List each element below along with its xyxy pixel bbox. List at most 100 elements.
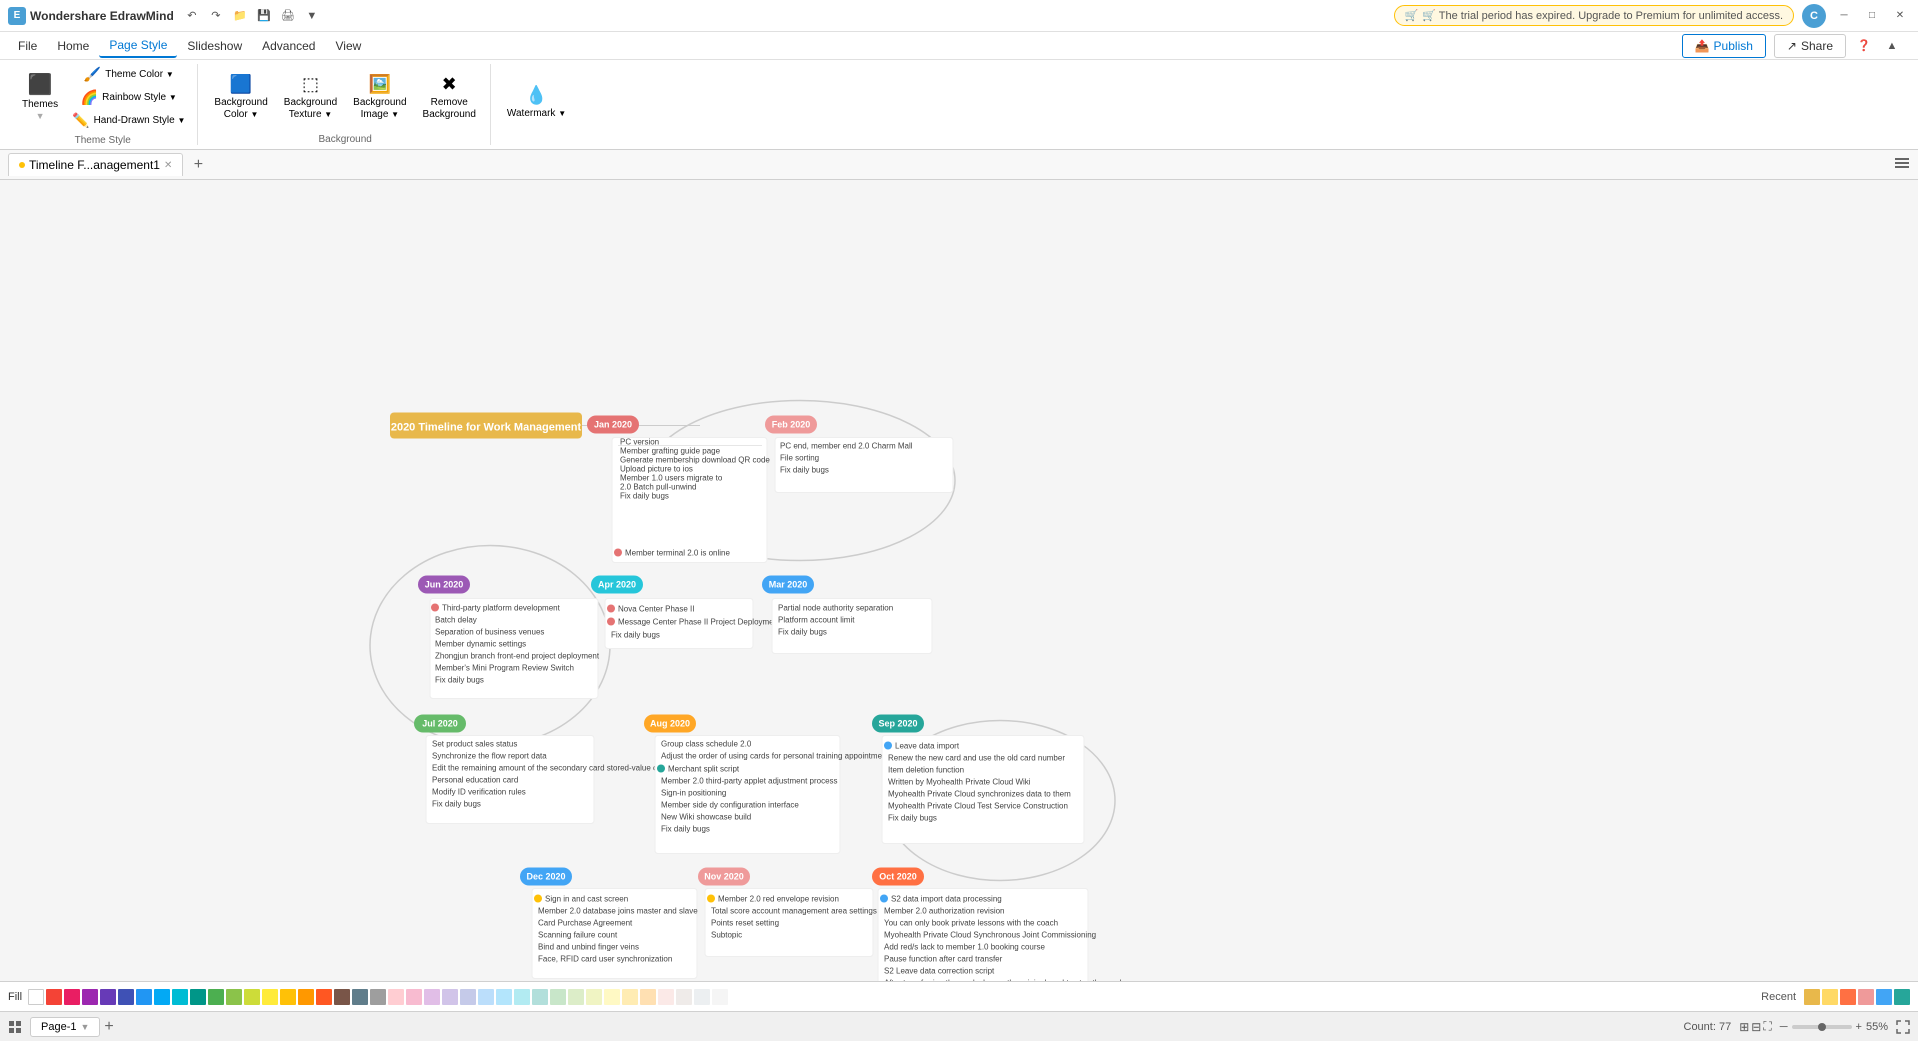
menu-file[interactable]: File <box>8 35 47 57</box>
redo-btn[interactable]: ↷ <box>206 6 226 26</box>
color-cyan[interactable] <box>172 989 188 1005</box>
menu-slideshow[interactable]: Slideshow <box>177 35 252 57</box>
color-purple[interactable] <box>82 989 98 1005</box>
color-blue[interactable] <box>136 989 152 1005</box>
color-blue-grey-light[interactable] <box>694 989 710 1005</box>
fullscreen-btn[interactable]: ⛶ <box>1763 1019 1771 1034</box>
color-light-blue[interactable] <box>154 989 170 1005</box>
recent-color-3[interactable] <box>1840 989 1856 1005</box>
menu-page-style[interactable]: Page Style <box>99 34 177 58</box>
hand-drawn-button[interactable]: ✏️ Hand-Drawn Style ▼ <box>68 110 189 131</box>
recent-color-1[interactable] <box>1804 989 1820 1005</box>
color-light-blue-light[interactable] <box>496 989 512 1005</box>
color-indigo[interactable] <box>118 989 134 1005</box>
menu-home[interactable]: Home <box>47 35 99 57</box>
color-deep-purple[interactable] <box>100 989 116 1005</box>
svg-text:Myohealth Private Cloud synchr: Myohealth Private Cloud synchronizes dat… <box>888 790 1071 799</box>
color-pink[interactable] <box>64 989 80 1005</box>
bg-color-button[interactable]: 🟦 BackgroundColor ▼ <box>208 70 273 125</box>
print-btn[interactable]: 🖨 <box>278 6 298 26</box>
color-light-green-light[interactable] <box>568 989 584 1005</box>
page-1-tab[interactable]: Page-1 ▼ <box>30 1017 100 1037</box>
color-brown-light[interactable] <box>676 989 692 1005</box>
recent-color-2[interactable] <box>1822 989 1838 1005</box>
recent-color-5[interactable] <box>1876 989 1892 1005</box>
color-yellow-light[interactable] <box>604 989 620 1005</box>
more-btn[interactable]: ▼ <box>302 6 322 26</box>
svg-text:Apr 2020: Apr 2020 <box>598 580 636 590</box>
main-tab[interactable]: Timeline F...anagement1 ✕ <box>8 153 183 176</box>
tab-close-btn[interactable]: ✕ <box>164 160 172 171</box>
page-add-btn[interactable]: + <box>104 1018 113 1036</box>
color-red-light[interactable] <box>388 989 404 1005</box>
color-palette: Fill Recent <box>0 981 1918 1011</box>
page-1-arrow[interactable]: ▼ <box>80 1022 89 1032</box>
save-btn[interactable]: 💾 <box>254 6 274 26</box>
color-deep-purple-light[interactable] <box>442 989 458 1005</box>
color-blue-light[interactable] <box>478 989 494 1005</box>
recent-color-6[interactable] <box>1894 989 1910 1005</box>
color-deep-orange-light[interactable] <box>658 989 674 1005</box>
bg-texture-button[interactable]: ⬚ BackgroundTexture ▼ <box>278 70 343 125</box>
close-btn[interactable]: ✕ <box>1890 6 1910 26</box>
share-button[interactable]: ↗ Share <box>1774 34 1846 58</box>
svg-text:Written by Myohealth Private C: Written by Myohealth Private Cloud Wiki <box>888 778 1031 787</box>
remove-bg-button[interactable]: ✖ RemoveBackground <box>417 70 482 125</box>
open-btn[interactable]: 📁 <box>230 6 250 26</box>
publish-button[interactable]: 📤 Publish <box>1682 34 1766 58</box>
rainbow-style-button[interactable]: 🌈 Rainbow Style ▼ <box>68 87 189 108</box>
color-lime-light[interactable] <box>586 989 602 1005</box>
zoom-handle[interactable] <box>1818 1023 1826 1031</box>
color-red[interactable] <box>46 989 62 1005</box>
themes-button[interactable]: ⬛ Themes ▼ <box>16 68 64 127</box>
color-orange[interactable] <box>298 989 314 1005</box>
color-white[interactable] <box>28 989 44 1005</box>
watermark-button[interactable]: 💧 Watermark ▼ <box>501 81 572 124</box>
color-grey-light[interactable] <box>712 989 728 1005</box>
collapse-btn[interactable]: ▲ <box>1882 36 1902 56</box>
color-blue-grey[interactable] <box>352 989 368 1005</box>
canvas-area[interactable]: 2020 Timeline for Work Management Jan 20… <box>0 180 1918 981</box>
undo-btn[interactable]: ↶ <box>182 6 202 26</box>
user-avatar[interactable]: C <box>1802 4 1826 28</box>
color-yellow[interactable] <box>262 989 278 1005</box>
color-orange-light[interactable] <box>640 989 656 1005</box>
fit-view-btn[interactable]: ⊞ <box>1739 1020 1749 1034</box>
color-indigo-light[interactable] <box>460 989 476 1005</box>
grid-view-btn[interactable] <box>8 1020 22 1034</box>
maximize-btn[interactable]: □ <box>1862 6 1882 26</box>
color-green-light[interactable] <box>550 989 566 1005</box>
zoom-in-btn[interactable]: + <box>1856 1021 1862 1033</box>
color-amber[interactable] <box>280 989 296 1005</box>
svg-text:Total score account management: Total score account management area sett… <box>711 907 877 916</box>
color-green[interactable] <box>208 989 224 1005</box>
color-deep-orange[interactable] <box>316 989 332 1005</box>
ribbon-group-background: 🟦 BackgroundColor ▼ ⬚ BackgroundTexture … <box>200 64 491 145</box>
menu-view[interactable]: View <box>325 35 371 57</box>
help-btn[interactable]: ❓ <box>1854 36 1874 56</box>
svg-text:Pause function after card tran: Pause function after card transfer <box>884 955 1003 964</box>
color-teal[interactable] <box>190 989 206 1005</box>
bg-image-button[interactable]: 🖼️ BackgroundImage ▼ <box>347 70 412 125</box>
tab-add-btn[interactable]: + <box>187 154 209 176</box>
color-brown[interactable] <box>334 989 350 1005</box>
zoom-out-btn[interactable]: ─ <box>1780 1021 1788 1033</box>
color-teal-light[interactable] <box>532 989 548 1005</box>
svg-text:Partial node authority separat: Partial node authority separation <box>778 604 893 613</box>
color-lime[interactable] <box>244 989 260 1005</box>
color-grey[interactable] <box>370 989 386 1005</box>
fullscreen-expand-btn[interactable] <box>1896 1020 1910 1034</box>
color-pink-light[interactable] <box>406 989 422 1005</box>
menu-advanced[interactable]: Advanced <box>252 35 325 57</box>
bg-image-label: BackgroundImage ▼ <box>353 97 406 121</box>
color-amber-light[interactable] <box>622 989 638 1005</box>
color-light-green[interactable] <box>226 989 242 1005</box>
minimize-btn[interactable]: ─ <box>1834 6 1854 26</box>
sidebar-toggle[interactable] <box>1894 155 1910 174</box>
color-cyan-light[interactable] <box>514 989 530 1005</box>
table-view-btn[interactable]: ⊟ <box>1751 1020 1761 1034</box>
color-purple-light[interactable] <box>424 989 440 1005</box>
recent-color-4[interactable] <box>1858 989 1874 1005</box>
theme-color-button[interactable]: 🖌️ Theme Color ▼ <box>68 64 189 85</box>
svg-text:Member 2.0 third-party applet: Member 2.0 third-party applet adjustment… <box>661 777 838 786</box>
